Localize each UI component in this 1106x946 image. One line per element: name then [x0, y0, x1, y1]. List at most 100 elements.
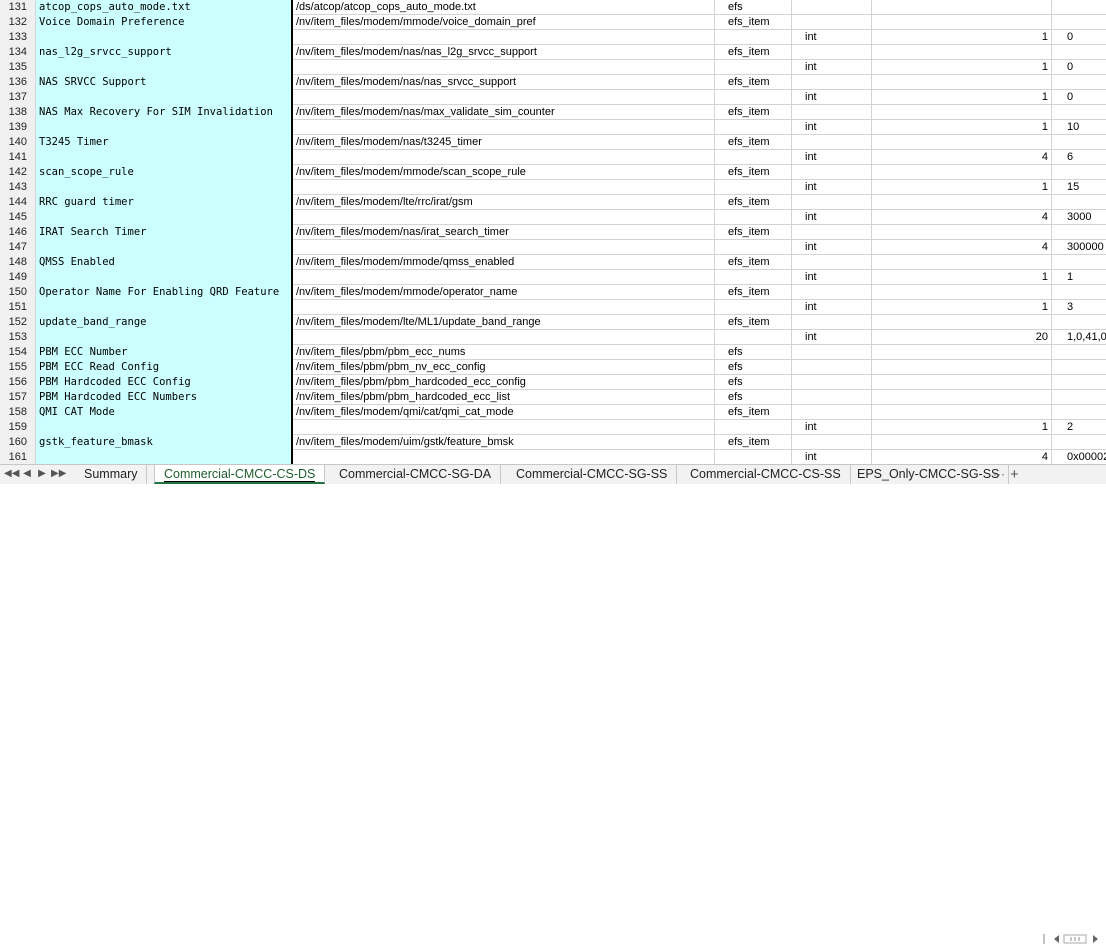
data-type-cell[interactable]: int [792, 420, 872, 435]
size-cell[interactable] [872, 165, 1052, 180]
item-type-cell[interactable] [715, 90, 792, 105]
table-row[interactable]: 137 int 1 0 [0, 90, 1106, 105]
row-number[interactable]: 151 [0, 300, 36, 315]
row-number[interactable]: 154 [0, 345, 36, 360]
table-row[interactable]: 132 Voice Domain Preference/nv/item_files… [0, 15, 1106, 30]
row-number[interactable]: 153 [0, 330, 36, 345]
efs-path-cell[interactable]: /nv/item_files/modem/nas/max_validate_si… [291, 105, 715, 120]
item-name-cell[interactable]: atcop_cops_auto_mode.txt [36, 0, 291, 15]
value-cell[interactable] [1052, 285, 1106, 300]
table-row[interactable]: 149 int 1 1 [0, 270, 1106, 285]
item-type-cell[interactable]: efs [715, 375, 792, 390]
item-name-cell[interactable] [36, 60, 291, 75]
data-type-cell[interactable] [792, 45, 872, 60]
table-row[interactable]: 140 T3245 Timer/nv/item_files/modem/nas/t… [0, 135, 1106, 150]
value-cell[interactable]: 0 [1052, 30, 1106, 45]
item-name-cell[interactable]: Voice Domain Preference [36, 15, 291, 30]
table-row[interactable]: 158 QMI CAT Mode/nv/item_files/modem/qmi/… [0, 405, 1106, 420]
table-row[interactable]: 134 nas_l2g_srvcc_support/nv/item_files/m… [0, 45, 1106, 60]
row-number[interactable]: 156 [0, 375, 36, 390]
value-cell[interactable] [1052, 345, 1106, 360]
value-cell[interactable] [1052, 45, 1106, 60]
efs-path-cell[interactable] [291, 60, 715, 75]
efs-path-cell[interactable]: /nv/item_files/modem/nas/t3245_timer [291, 135, 715, 150]
table-row[interactable]: 135 int 1 0 [0, 60, 1106, 75]
efs-path-cell[interactable]: /nv/item_files/pbm/pbm_ecc_nums [291, 345, 715, 360]
table-row[interactable]: 136 NAS SRVCC Support/nv/item_files/modem… [0, 75, 1106, 90]
item-type-cell[interactable] [715, 270, 792, 285]
value-cell[interactable] [1052, 435, 1106, 450]
efs-path-cell[interactable]: /nv/item_files/modem/uim/gstk/feature_bm… [291, 435, 715, 450]
value-cell[interactable] [1052, 315, 1106, 330]
efs-path-cell[interactable]: /nv/item_files/pbm/pbm_nv_ecc_config [291, 360, 715, 375]
data-type-cell[interactable] [792, 225, 872, 240]
data-type-cell[interactable]: int [792, 120, 872, 135]
item-name-cell[interactable] [36, 210, 291, 225]
value-cell[interactable] [1052, 165, 1106, 180]
size-cell[interactable] [872, 225, 1052, 240]
efs-path-cell[interactable] [291, 450, 715, 464]
data-type-cell[interactable]: int [792, 450, 872, 464]
size-cell[interactable]: 20 [872, 330, 1052, 345]
value-cell[interactable]: 15 [1052, 180, 1106, 195]
data-type-cell[interactable] [792, 0, 872, 15]
efs-path-cell[interactable] [291, 180, 715, 195]
row-number[interactable]: 150 [0, 285, 36, 300]
efs-path-cell[interactable] [291, 150, 715, 165]
table-row[interactable]: 141 int 4 6 [0, 150, 1106, 165]
row-number[interactable]: 147 [0, 240, 36, 255]
table-row[interactable]: 151 int 1 3 [0, 300, 1106, 315]
efs-path-cell[interactable]: /nv/item_files/modem/mmode/scan_scope_ru… [291, 165, 715, 180]
table-row[interactable]: 155 PBM ECC Read Config/nv/item_files/pbm… [0, 360, 1106, 375]
efs-path-cell[interactable] [291, 240, 715, 255]
item-type-cell[interactable] [715, 150, 792, 165]
value-cell[interactable] [1052, 0, 1106, 15]
item-type-cell[interactable]: efs_item [715, 225, 792, 240]
item-type-cell[interactable]: efs_item [715, 405, 792, 420]
row-number[interactable]: 157 [0, 390, 36, 405]
efs-path-cell[interactable]: /nv/item_files/modem/mmode/voice_domain_… [291, 15, 715, 30]
row-number[interactable]: 138 [0, 105, 36, 120]
item-name-cell[interactable] [36, 420, 291, 435]
data-type-cell[interactable]: int [792, 180, 872, 195]
value-cell[interactable]: 2 [1052, 420, 1106, 435]
row-number[interactable]: 137 [0, 90, 36, 105]
item-type-cell[interactable]: efs_item [715, 75, 792, 90]
size-cell[interactable] [872, 390, 1052, 405]
sheet-tab[interactable]: EPS_Only-CMCC-SG-SS [848, 465, 1010, 484]
efs-path-cell[interactable]: /nv/item_files/modem/nas/nas_srvcc_suppo… [291, 75, 715, 90]
table-row[interactable]: 157 PBM Hardcoded ECC Numbers/nv/item_fil… [0, 390, 1106, 405]
size-cell[interactable]: 1 [872, 120, 1052, 135]
data-type-cell[interactable]: int [792, 150, 872, 165]
row-number[interactable]: 161 [0, 450, 36, 464]
item-name-cell[interactable]: PBM Hardcoded ECC Numbers [36, 390, 291, 405]
data-type-cell[interactable]: int [792, 240, 872, 255]
table-row[interactable]: 161 int 4 0x00002 [0, 450, 1106, 464]
item-type-cell[interactable] [715, 180, 792, 195]
data-type-cell[interactable] [792, 135, 872, 150]
size-cell[interactable]: 1 [872, 30, 1052, 45]
size-cell[interactable] [872, 105, 1052, 120]
table-row[interactable]: 145 int 4 3000 [0, 210, 1106, 225]
size-cell[interactable] [872, 375, 1052, 390]
item-type-cell[interactable] [715, 60, 792, 75]
size-cell[interactable] [872, 255, 1052, 270]
item-type-cell[interactable]: efs_item [715, 105, 792, 120]
item-type-cell[interactable]: efs [715, 0, 792, 15]
table-row[interactable]: 144 RRC guard timer/nv/item_files/modem/l… [0, 195, 1106, 210]
data-type-cell[interactable] [792, 165, 872, 180]
table-row[interactable]: 159 int 1 2 [0, 420, 1106, 435]
size-cell[interactable]: 4 [872, 150, 1052, 165]
row-number[interactable]: 140 [0, 135, 36, 150]
efs-path-cell[interactable]: /nv/item_files/modem/nas/irat_search_tim… [291, 225, 715, 240]
efs-path-cell[interactable] [291, 30, 715, 45]
row-number[interactable]: 145 [0, 210, 36, 225]
efs-path-cell[interactable]: /nv/item_files/modem/lte/rrc/irat/gsm [291, 195, 715, 210]
item-type-cell[interactable]: efs [715, 390, 792, 405]
size-cell[interactable] [872, 435, 1052, 450]
sheet-tab[interactable]: Summary [75, 465, 148, 484]
data-type-cell[interactable]: int [792, 330, 872, 345]
item-type-cell[interactable] [715, 30, 792, 45]
data-type-cell[interactable] [792, 435, 872, 450]
item-type-cell[interactable] [715, 420, 792, 435]
